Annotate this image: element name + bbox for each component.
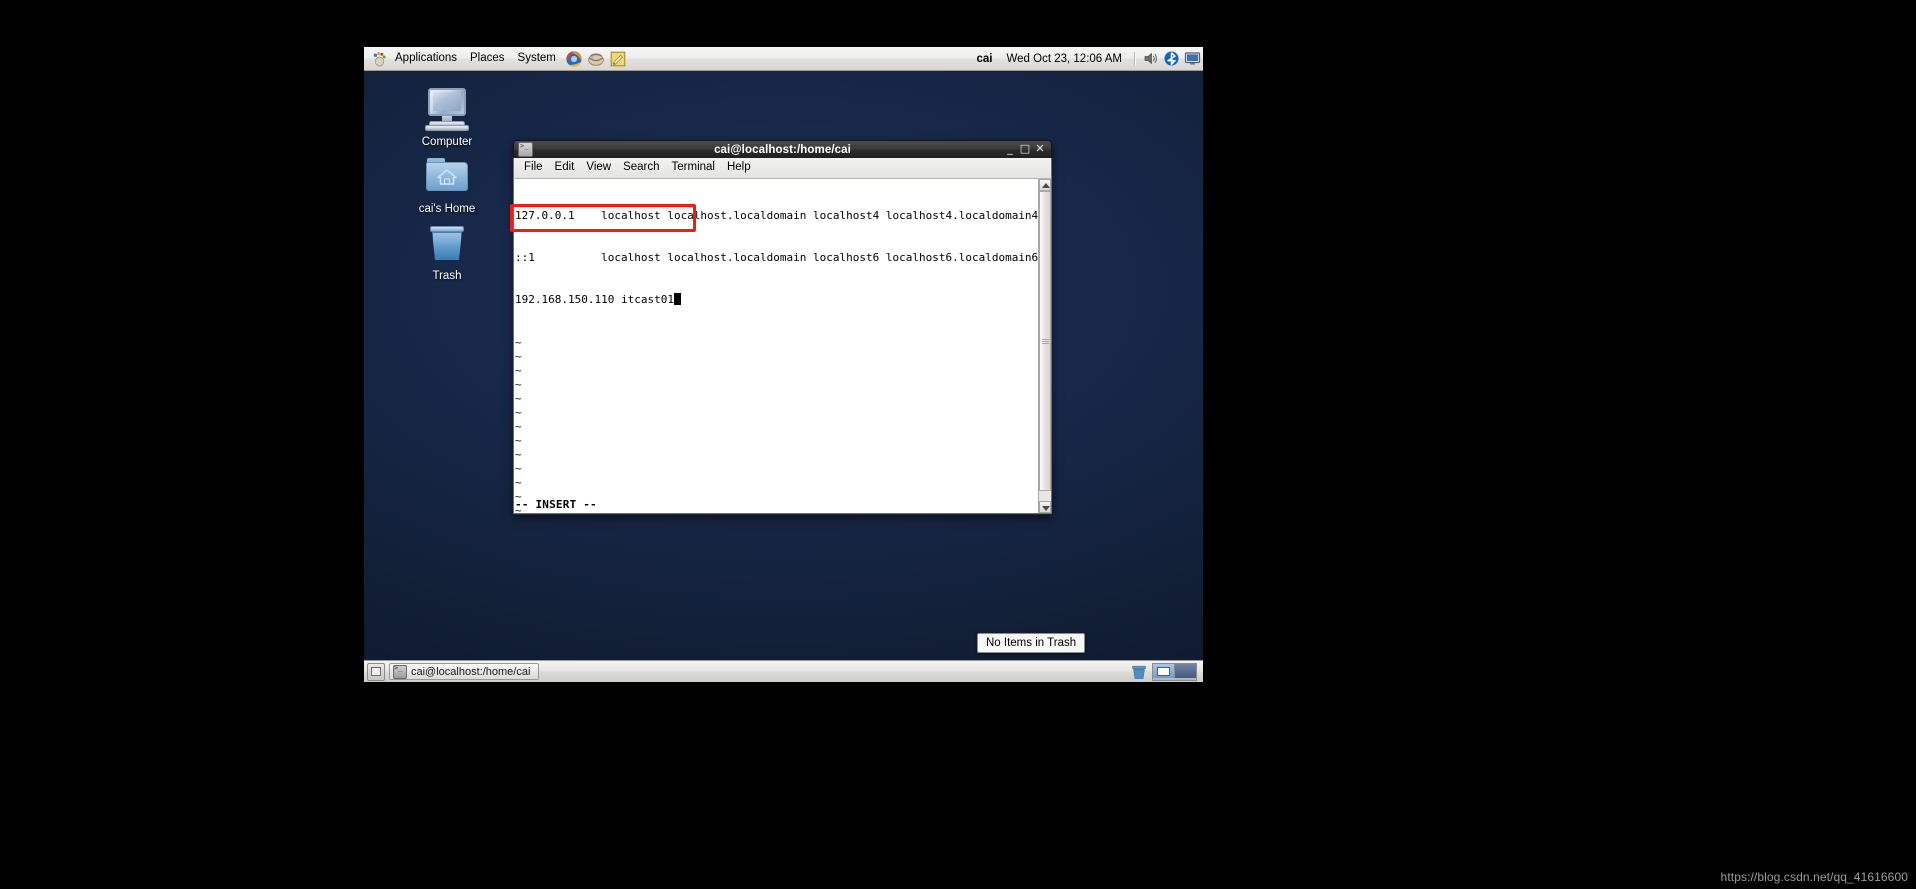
menu-system[interactable]: System — [512, 50, 563, 68]
gnome-desktop[interactable]: Applications Places System — [364, 47, 1203, 682]
tray-separator — [1134, 52, 1136, 65]
terminal-scrollbar[interactable] — [1038, 179, 1051, 513]
taskbar-window-label: cai@localhost:/home/cai — [411, 666, 530, 678]
display-icon[interactable] — [1184, 50, 1201, 67]
computer-monitor-icon — [423, 85, 471, 133]
watermark: https://blog.csdn.net/qq_41616600 — [1721, 870, 1908, 884]
menu-applications[interactable]: Applications — [389, 50, 464, 68]
workspace-2[interactable] — [1175, 664, 1196, 678]
text-cursor — [674, 293, 681, 305]
window-close-button[interactable]: ✕ — [1033, 143, 1047, 156]
vim-empty-line: ~ — [515, 434, 1038, 448]
terminal-window-title: cai@localhost:/home/cai — [514, 144, 1051, 156]
buffer-line: 127.0.0.1 localhost localhost.localdomai… — [515, 209, 1038, 223]
scrollbar-up-arrow[interactable] — [1039, 179, 1051, 191]
menu-terminal[interactable]: Terminal — [666, 160, 721, 176]
terminal-window-icon — [518, 142, 533, 157]
screenshot-root: Applications Places System — [0, 0, 1916, 889]
vim-empty-line: ~ — [515, 378, 1038, 392]
taskbar-terminal-icon — [393, 665, 407, 679]
home-folder-desktop-icon-label: cai's Home — [404, 203, 490, 216]
window-button-group: _ □ ✕ — [1002, 143, 1051, 156]
trash-desktop-icon[interactable]: Trash — [404, 219, 490, 283]
show-desktop-button[interactable] — [367, 663, 385, 681]
firefox-launcher-icon[interactable] — [565, 50, 583, 68]
terminal-menubar: File Edit View Search Terminal Help — [513, 158, 1052, 179]
menu-view[interactable]: View — [580, 160, 617, 176]
terminal-titlebar[interactable]: cai@localhost:/home/cai _ □ ✕ — [513, 140, 1052, 158]
vim-empty-line: ~ — [515, 406, 1038, 420]
vim-buffer[interactable]: 127.0.0.1 localhost localhost.localdomai… — [514, 179, 1038, 513]
vim-empty-line: ~ — [515, 350, 1038, 364]
vim-empty-line: ~ — [515, 462, 1038, 476]
scrollbar-thumb[interactable] — [1039, 191, 1051, 491]
trash-tooltip: No Items in Trash — [977, 633, 1085, 653]
bottom-panel: cai@localhost:/home/cai — [364, 660, 1203, 682]
vim-empty-line: ~ — [515, 336, 1038, 350]
menu-file[interactable]: File — [518, 160, 549, 176]
trash-applet-icon[interactable] — [1130, 663, 1148, 680]
trash-desktop-icon-label: Trash — [404, 270, 490, 283]
home-folder-desktop-icon[interactable]: cai's Home — [404, 152, 490, 216]
vim-status-line: -- INSERT -- — [515, 498, 597, 511]
workspace-1[interactable] — [1153, 664, 1175, 678]
taskbar-window-button[interactable]: cai@localhost:/home/cai — [389, 663, 539, 680]
workspace-switcher[interactable] — [1152, 663, 1197, 681]
panel-clock[interactable]: Wed Oct 23, 12:06 AM — [999, 53, 1131, 65]
terminal-body[interactable]: 127.0.0.1 localhost localhost.localdomai… — [513, 179, 1052, 514]
evolution-launcher-icon[interactable] — [587, 50, 605, 68]
menu-edit[interactable]: Edit — [549, 160, 581, 176]
computer-desktop-icon[interactable]: Computer — [404, 85, 490, 149]
vim-empty-line: ~ — [515, 392, 1038, 406]
trash-bin-icon — [423, 219, 471, 267]
text-editor-launcher-icon[interactable] — [609, 50, 627, 68]
volume-icon[interactable] — [1142, 50, 1159, 67]
vim-empty-line: ~ — [515, 448, 1038, 462]
computer-desktop-icon-label: Computer — [404, 136, 490, 149]
home-folder-icon — [423, 152, 471, 200]
panel-username[interactable]: cai — [971, 53, 999, 65]
window-minimize-button[interactable]: _ — [1003, 143, 1017, 156]
window-maximize-button[interactable]: □ — [1018, 143, 1032, 156]
vim-empty-line: ~ — [515, 364, 1038, 378]
menu-places[interactable]: Places — [464, 50, 512, 68]
trash-tooltip-text: No Items in Trash — [986, 637, 1076, 649]
vim-empty-line: ~ — [515, 420, 1038, 434]
vim-empty-line: ~ — [515, 476, 1038, 490]
menu-search[interactable]: Search — [617, 160, 665, 176]
workspace-window-thumb — [1157, 667, 1170, 676]
scrollbar-down-arrow[interactable] — [1039, 501, 1051, 513]
gnome-foot-icon — [372, 51, 388, 67]
bluetooth-icon[interactable] — [1163, 50, 1180, 67]
terminal-window[interactable]: cai@localhost:/home/cai _ □ ✕ File Edit … — [513, 140, 1052, 515]
buffer-line-text: 192.168.150.110 itcast01 — [515, 293, 674, 306]
top-panel: Applications Places System — [364, 47, 1203, 71]
buffer-line: ::1 localhost localhost.localdomain loca… — [515, 251, 1038, 265]
buffer-line-edited: 192.168.150.110 itcast01 — [515, 293, 1038, 307]
menu-help[interactable]: Help — [721, 160, 757, 176]
vim-empty-lines: ~~~~~~~~~~~~~~~~~~~~~ — [515, 336, 1038, 513]
